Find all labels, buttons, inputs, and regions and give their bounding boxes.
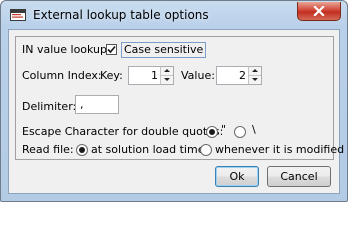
key-value: 1 <box>151 69 158 82</box>
read-when-modified-radio[interactable] <box>200 144 212 156</box>
value-decrement-button[interactable] <box>249 75 261 83</box>
cancel-button[interactable]: Cancel <box>267 166 331 187</box>
title-bar[interactable]: External lookup table options <box>1 1 347 29</box>
in-value-lookup-label: IN value lookup: <box>22 43 111 56</box>
delimiter-value: , <box>80 98 84 111</box>
ok-button[interactable]: Ok <box>215 166 259 187</box>
dialog-window: External lookup table options IN value l… <box>0 0 348 202</box>
case-sensitive-checkbox[interactable] <box>106 44 117 55</box>
app-window-icon <box>10 9 26 21</box>
arrow-up-icon <box>164 69 170 72</box>
read-when-modified-label[interactable]: whenever it is modified <box>215 143 344 156</box>
arrow-up-icon <box>252 69 258 72</box>
arrow-down-icon <box>252 78 258 81</box>
arrow-down-icon <box>164 78 170 81</box>
options-group: IN value lookup: Case sensitive Column I… <box>15 36 344 160</box>
checkmark-icon <box>107 45 116 54</box>
close-icon <box>313 6 325 16</box>
close-button[interactable] <box>297 2 341 21</box>
value-increment-button[interactable] <box>249 67 261 75</box>
column-index-label: Column Index: <box>22 69 102 82</box>
read-at-load-label[interactable]: at solution load time <box>91 143 204 156</box>
key-label: Key: <box>100 69 123 82</box>
escape-backslash-label[interactable]: \ <box>252 123 256 136</box>
escape-double-quote-radio[interactable] <box>206 126 218 138</box>
value-spinner[interactable]: 2 <box>216 66 262 85</box>
read-at-load-radio[interactable] <box>76 144 88 156</box>
value-value: 2 <box>239 69 246 82</box>
delimiter-input[interactable]: , <box>75 95 119 114</box>
escape-backslash-radio[interactable] <box>234 126 246 138</box>
value-label: Value: <box>181 69 215 82</box>
case-sensitive-label[interactable]: Case sensitive <box>121 42 207 58</box>
key-spinner[interactable]: 1 <box>128 66 174 85</box>
key-spinner-arrows <box>160 67 173 84</box>
delimiter-label: Delimiter: <box>22 100 77 113</box>
key-decrement-button[interactable] <box>161 75 173 83</box>
value-spinner-arrows <box>248 67 261 84</box>
key-increment-button[interactable] <box>161 67 173 75</box>
dialog-client-area: IN value lookup: Case sensitive Column I… <box>8 29 344 194</box>
window-title: External lookup table options <box>33 8 209 22</box>
escape-double-quote-label[interactable]: " <box>221 123 226 136</box>
escape-character-label: Escape Character for double quotes: <box>22 125 224 138</box>
read-file-label: Read file: <box>22 143 74 156</box>
